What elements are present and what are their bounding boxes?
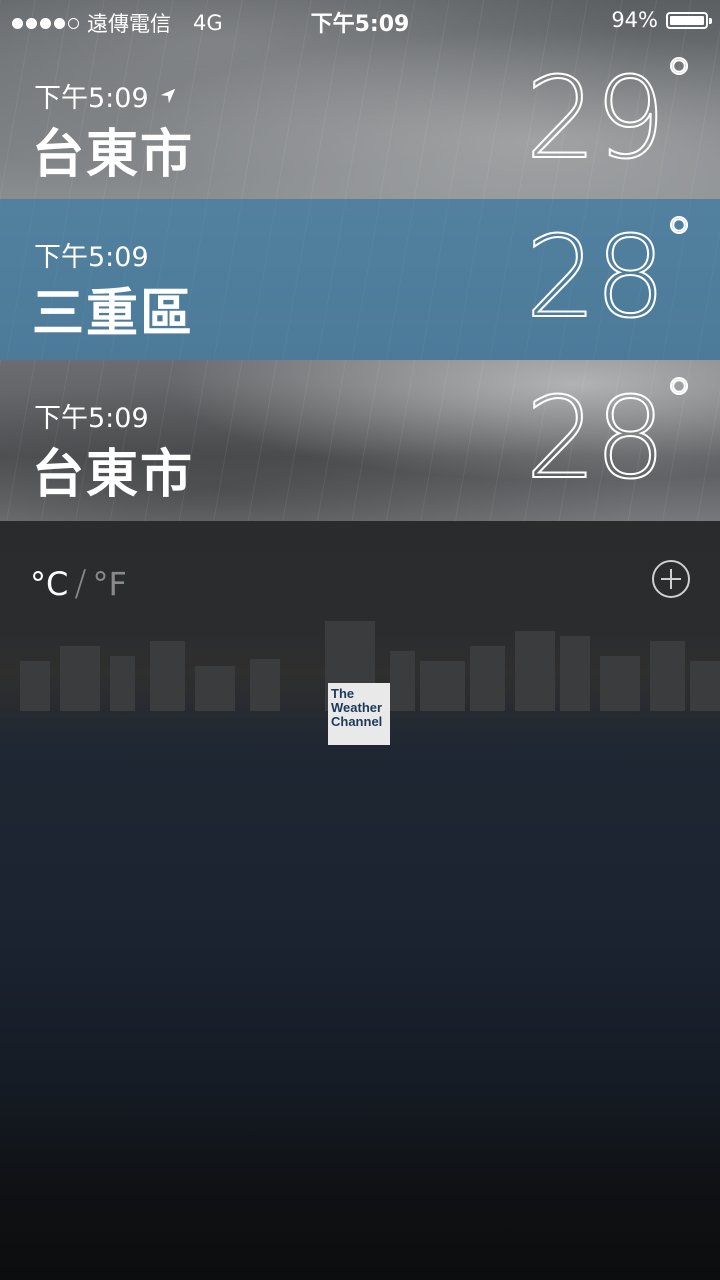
battery-icon xyxy=(666,11,712,29)
unit-fahrenheit[interactable]: °F xyxy=(92,565,126,603)
city-name: 台東市 xyxy=(32,445,195,505)
status-bar: 遠傳電信 4G 下午5:09 94% xyxy=(0,0,720,40)
unit-separator: / xyxy=(74,563,87,604)
city-temperature: 28° xyxy=(524,365,695,505)
weather-channel-logo[interactable]: The Weather Channel xyxy=(328,683,390,745)
battery-percent: 94% xyxy=(611,8,658,32)
unit-celsius[interactable]: °C xyxy=(30,565,68,603)
city-row-sanchong[interactable]: 下午5:09 三重區 28° xyxy=(0,199,720,360)
location-arrow-icon xyxy=(160,88,175,103)
city-name: 台東市 xyxy=(32,125,195,185)
city-time: 下午5:09 xyxy=(34,83,149,114)
unit-toggle[interactable]: °C / °F xyxy=(30,563,127,604)
city-time: 下午5:09 xyxy=(34,403,149,434)
footer-area: °C / °F The Weather Channel xyxy=(0,521,720,1280)
plus-circle-icon[interactable] xyxy=(652,560,690,598)
city-temperature: 29° xyxy=(524,45,695,185)
city-time-wrap: 下午5:09 xyxy=(34,76,177,115)
city-row-taitung[interactable]: 下午5:09 台東市 28° xyxy=(0,360,720,521)
city-name: 三重區 xyxy=(32,284,195,344)
city-time: 下午5:09 xyxy=(34,242,149,273)
status-right: 94% xyxy=(611,8,712,32)
city-temperature: 28° xyxy=(524,204,695,344)
